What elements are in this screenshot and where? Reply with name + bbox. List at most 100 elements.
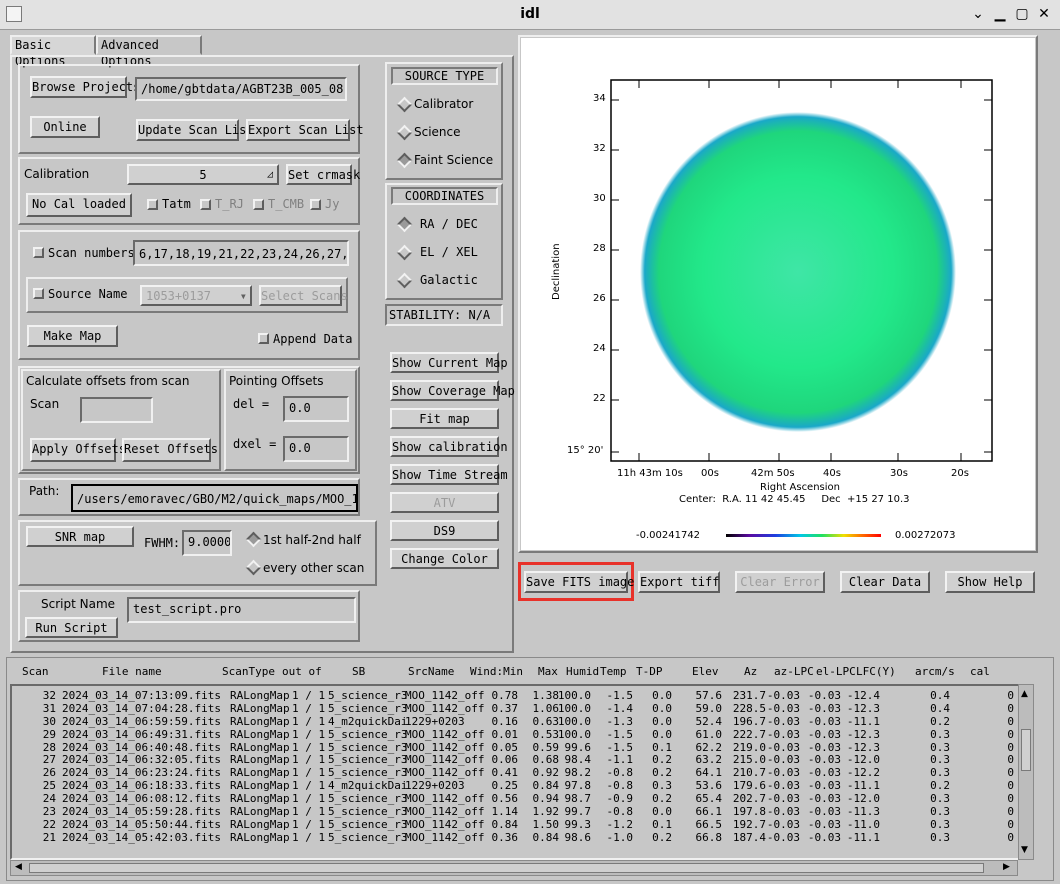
export-scan-list-button[interactable]: Export Scan List bbox=[246, 119, 364, 141]
horizontal-scrollbar[interactable]: ◀ ▶ bbox=[10, 860, 1018, 876]
table-row[interactable]: 29 2024_03_14_06:49:31.fits RALongMap 1 / 1… bbox=[12, 727, 1018, 742]
path-field[interactable]: /users/emoravec/GBO/M2/quick_maps/MOO_11… bbox=[71, 484, 358, 512]
dxel-field[interactable]: 0.0 bbox=[283, 436, 349, 462]
snr-map-button[interactable]: SNR map bbox=[26, 526, 134, 547]
close-icon[interactable]: ✕ bbox=[1034, 5, 1054, 23]
table-cell: MOO_1142_off bbox=[405, 689, 485, 702]
browse-projects-button[interactable]: Browse Projects bbox=[30, 76, 140, 98]
clear-data-button[interactable]: Clear Data bbox=[840, 571, 930, 593]
trj-checkbox[interactable] bbox=[200, 199, 211, 210]
export-tiff-button[interactable]: Export tiff bbox=[638, 571, 720, 593]
table-cell: 228.5 bbox=[732, 701, 766, 715]
chevron-down-icon: ▾ bbox=[239, 289, 247, 303]
table-cell: 1 / 1 bbox=[292, 727, 326, 741]
table-cell: 23 bbox=[42, 805, 56, 819]
table-cell: 30 bbox=[42, 714, 56, 728]
show-coverage-map-button[interactable]: Show Coverage Map bbox=[390, 380, 515, 401]
column-header: SB bbox=[352, 665, 366, 678]
show-calibration-button[interactable]: Show calibration bbox=[390, 436, 508, 457]
column-header: Temp bbox=[600, 665, 627, 678]
atv-button[interactable]: ATV bbox=[390, 492, 499, 513]
offset-scan-field[interactable] bbox=[80, 397, 153, 423]
table-cell: -11.3 bbox=[846, 805, 880, 819]
clear-error-button[interactable]: Clear Error bbox=[735, 571, 825, 593]
del-field[interactable]: 0.0 bbox=[283, 396, 349, 422]
y-tick-24: 24 bbox=[593, 343, 606, 354]
x-axis-label: Right Ascension bbox=[760, 482, 840, 493]
ds9-button[interactable]: DS9 bbox=[390, 520, 499, 541]
source-name-checkbox[interactable] bbox=[33, 288, 44, 299]
script-name-field[interactable]: test_script.pro bbox=[127, 597, 356, 623]
table-cell: 0.1 bbox=[652, 817, 672, 831]
table-cell: RALongMap bbox=[230, 714, 290, 728]
scroll-right-icon[interactable]: ▶ bbox=[1003, 862, 1010, 872]
scan-numbers-field[interactable]: 6,17,18,19,21,22,23,24,26,27,28,29 bbox=[133, 240, 349, 266]
source-name-value: 1053+0137 bbox=[146, 289, 212, 303]
table-cell: -0.03 bbox=[807, 714, 841, 728]
show-time-stream-button[interactable]: Show Time Stream bbox=[390, 464, 508, 485]
run-script-button[interactable]: Run Script bbox=[25, 617, 118, 638]
table-cell: 4_m2quickDai bbox=[328, 714, 408, 728]
table-row[interactable]: 30 2024_03_14_06:59:59.fits RALongMap 1 / 1… bbox=[12, 714, 1018, 729]
append-data-checkbox[interactable] bbox=[258, 333, 269, 344]
x-tick-6: 20s bbox=[951, 468, 969, 479]
tcmb-checkbox[interactable] bbox=[253, 199, 264, 210]
table-cell: -12.4 bbox=[846, 689, 880, 702]
table-row[interactable]: 22 2024_03_14_05:50:44.fits RALongMap 1 / 1… bbox=[12, 817, 1018, 832]
vertical-scrollbar[interactable]: ▲ ▼ bbox=[1018, 684, 1034, 860]
online-button[interactable]: Online bbox=[30, 116, 100, 138]
reset-offsets-button[interactable]: Reset Offsets bbox=[122, 438, 218, 462]
y-tick-32: 32 bbox=[593, 143, 606, 154]
chevron-down-icon[interactable]: ⌄ bbox=[968, 5, 988, 23]
apply-offsets-button[interactable]: Apply Offsets bbox=[30, 438, 126, 462]
table-row[interactable]: 21 2024_03_14_05:42:03.fits RALongMap 1 / 1… bbox=[12, 830, 1018, 845]
colorbar bbox=[726, 534, 881, 537]
table-cell: -1.5 bbox=[606, 727, 634, 741]
table-cell: 98.6 bbox=[564, 830, 592, 844]
no-cal-loaded-button[interactable]: No Cal loaded bbox=[26, 193, 132, 217]
table-row[interactable]: 23 2024_03_14_05:59:28.fits RALongMap 1 / 1… bbox=[12, 805, 1018, 819]
fwhm-field[interactable]: 9.0000 bbox=[182, 530, 232, 556]
fit-map-button[interactable]: Fit map bbox=[390, 408, 499, 429]
every-other-label: every other scan bbox=[263, 561, 365, 575]
tab-basic-options[interactable]: Basic Options bbox=[10, 35, 96, 68]
jy-checkbox[interactable] bbox=[310, 199, 321, 210]
table-cell: 2024_03_14_05:59:28.fits bbox=[62, 805, 221, 819]
update-scan-list-button[interactable]: Update Scan List bbox=[136, 119, 254, 141]
source-name-dropdown[interactable]: 1053+0137 ▾ bbox=[140, 285, 252, 306]
table-cell: 187.4 bbox=[732, 830, 766, 844]
horizontal-scroll-thumb[interactable] bbox=[29, 863, 984, 873]
scroll-down-icon[interactable]: ▼ bbox=[1021, 845, 1028, 855]
x-tick-3: 42m 50s bbox=[751, 468, 795, 479]
make-map-button[interactable]: Make Map bbox=[27, 325, 118, 347]
table-row[interactable]: 32 2024_03_14_07:13:09.fits RALongMap 1 / 1… bbox=[12, 689, 1018, 703]
fwhm-label: FWHM: bbox=[144, 536, 181, 550]
maximize-icon[interactable]: ▢ bbox=[1012, 5, 1032, 23]
window-title: idl bbox=[520, 6, 540, 22]
column-header: Elev bbox=[692, 665, 719, 678]
calibration-dropdown[interactable]: 5 ◿ bbox=[127, 164, 279, 185]
project-path-field[interactable]: /home/gbtdata/AGBT23B_005_08 bbox=[135, 77, 347, 101]
table-cell: 1.92 bbox=[532, 805, 560, 819]
table-cell: -0.03 bbox=[766, 727, 800, 741]
show-help-button[interactable]: Show Help bbox=[945, 571, 1035, 593]
minimize-icon[interactable]: ▁ bbox=[990, 5, 1010, 23]
scan-numbers-checkbox[interactable] bbox=[33, 247, 44, 258]
scroll-left-icon[interactable]: ◀ bbox=[15, 862, 22, 872]
y-tick-28: 28 bbox=[593, 243, 606, 254]
change-color-button[interactable]: Change Color bbox=[390, 548, 499, 569]
save-fits-image-button[interactable]: Save FITS image bbox=[524, 571, 634, 593]
table-row[interactable]: 31 2024_03_14_07:04:28.fits RALongMap 1 / 1… bbox=[12, 701, 1018, 716]
select-scans-button[interactable]: Select Scans bbox=[259, 285, 348, 306]
table-cell: 29 bbox=[42, 727, 56, 741]
table-cell: -1.0 bbox=[606, 830, 634, 844]
set-crmask-button[interactable]: Set crmask bbox=[286, 164, 360, 185]
trj-label: T_RJ bbox=[215, 197, 244, 211]
scroll-up-icon[interactable]: ▲ bbox=[1021, 689, 1028, 699]
tab-advanced-options[interactable]: Advanced Options bbox=[96, 35, 202, 68]
vertical-scroll-thumb[interactable] bbox=[1021, 729, 1031, 771]
map-plot[interactable]: 34 32 30 28 26 24 22 15° 20' 11h 43m 10s… bbox=[521, 38, 1035, 550]
show-current-map-button[interactable]: Show Current Map bbox=[390, 352, 508, 373]
scan-table[interactable]: 32 2024_03_14_07:13:09.fits RALongMap 1 / 1… bbox=[10, 684, 1020, 860]
tatm-checkbox[interactable] bbox=[147, 199, 158, 210]
